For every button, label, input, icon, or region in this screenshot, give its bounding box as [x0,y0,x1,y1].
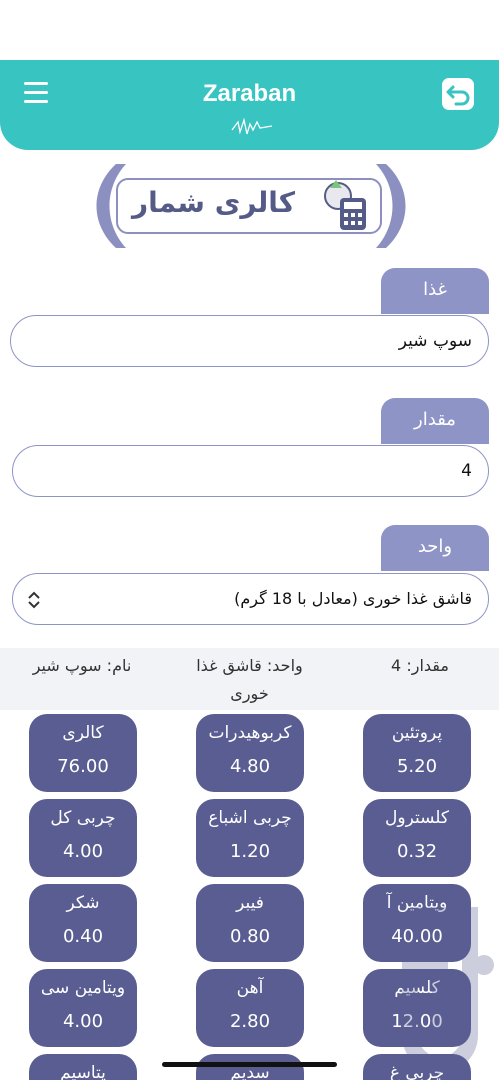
summary-name: نام: سوپ شیر [32,656,132,675]
logo-title: کالری شمار [132,186,296,219]
nutrient-card: آهن 2.80 [196,969,304,1047]
food-input[interactable]: سوپ شیر [10,315,489,367]
summary-amount: مقدار: 4 [391,656,449,675]
app-header: Zaraban [0,60,499,150]
nutrient-card: پتاسیم [29,1054,137,1080]
amount-label: مقدار [381,398,489,444]
store-watermark-icon [402,907,494,1073]
nutrient-card: ویتامین سی 4.00 [29,969,137,1047]
unit-select-value: قاشق غذا خوری (معادل با 18 گرم) [234,589,472,608]
amount-input[interactable]: 4 [12,445,489,497]
result-summary: مقدار: 4 واحد: قاشق غذا خوری نام: سوپ شی… [0,648,499,710]
nutrient-card: کربوهیدرات 4.80 [196,714,304,792]
unit-label: واحد [381,525,489,571]
nutrient-card: سدیم [196,1054,304,1080]
nutrient-card: فیبر 0.80 [196,884,304,962]
food-label: غذا [381,268,489,314]
nutrient-card: پروتئین 5.20 [363,714,471,792]
select-arrows-icon [28,591,40,609]
nutrient-card: چربی کل 4.00 [29,799,137,877]
nutrient-card: کالری 76.00 [29,714,137,792]
home-indicator[interactable] [162,1062,337,1067]
nutrient-card: کلسترول 0.32 [363,799,471,877]
nutrient-card: چربی اشباع 1.20 [196,799,304,877]
signature-logo-icon [231,117,273,135]
app-title: Zaraban [202,80,297,107]
food-calculator-icon [324,180,366,230]
back-arrow-icon[interactable] [442,78,474,110]
nutrient-card: شکر 0.40 [29,884,137,962]
unit-select[interactable]: قاشق غذا خوری (معادل با 18 گرم) [12,573,489,625]
calorie-counter-logo: کالری شمار [96,158,406,254]
summary-unit: واحد: قاشق غذا خوری [196,656,303,703]
